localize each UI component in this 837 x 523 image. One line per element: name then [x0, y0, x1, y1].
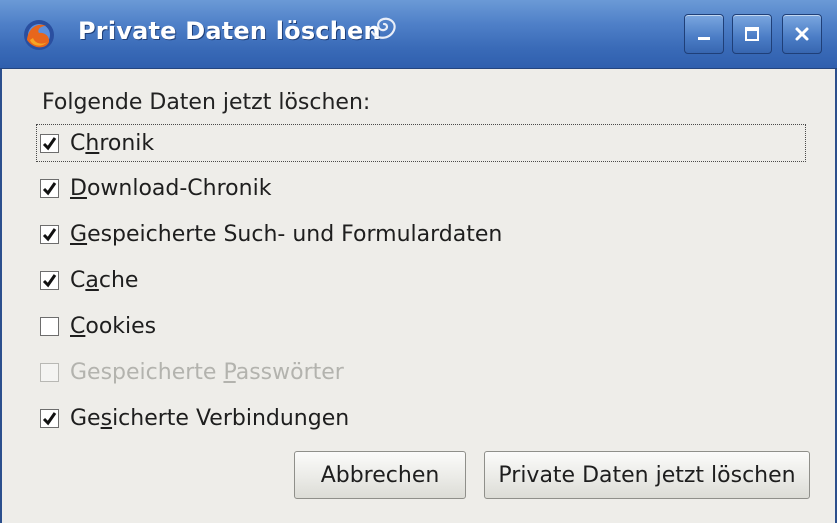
option-chronik[interactable]: Chronik [36, 124, 806, 162]
option-label: Download-Chronik [70, 175, 272, 201]
checkbox-chronik[interactable] [40, 133, 59, 153]
maximize-button[interactable] [732, 14, 772, 54]
clear-private-data-button[interactable]: Private Daten jetzt löschen [484, 451, 810, 499]
dialog-content: Folgende Daten jetzt löschen: Chronik Do… [2, 68, 835, 523]
option-label: Gespeicherte Passwörter [70, 359, 344, 385]
title-bar[interactable]: Private Daten löschen [0, 0, 837, 69]
cancel-button[interactable]: Abbrechen [294, 451, 466, 499]
option-label: Cookies [70, 313, 157, 339]
checkbox-cache[interactable] [40, 270, 59, 290]
option-download-chronik[interactable]: Download-Chronik [40, 170, 271, 206]
close-button[interactable] [782, 14, 822, 54]
checkbox-download-chronik[interactable] [40, 178, 59, 198]
option-label: Gespeicherte Such- und Formulardaten [70, 221, 503, 247]
kde-swirl-icon [370, 17, 396, 39]
dialog-window: Private Daten löschen Folgende Daten jet… [0, 0, 837, 523]
checkmark-icon [42, 411, 57, 425]
checkmark-icon [42, 181, 57, 195]
option-formulardaten[interactable]: Gespeicherte Such- und Formulardaten [40, 216, 502, 252]
option-verbindungen[interactable]: Gesicherte Verbindungen [40, 400, 349, 436]
checkmark-icon [42, 227, 57, 241]
checkmark-icon [42, 273, 57, 287]
maximize-icon [745, 27, 759, 41]
checkmark-icon [42, 136, 57, 150]
minimize-button[interactable] [684, 14, 724, 54]
checkbox-verbindungen[interactable] [40, 408, 59, 428]
option-cache[interactable]: Cache [40, 262, 138, 298]
dialog-heading: Folgende Daten jetzt löschen: [42, 90, 371, 115]
window-title: Private Daten löschen [78, 17, 381, 45]
checkbox-passwoerter [40, 362, 59, 382]
close-icon [795, 27, 809, 41]
option-label: Cache [70, 267, 139, 293]
minimize-icon [698, 37, 710, 40]
checkbox-cookies[interactable] [40, 316, 59, 336]
option-label: Chronik [70, 130, 155, 156]
firefox-icon [24, 20, 54, 50]
checkbox-formulardaten[interactable] [40, 224, 59, 244]
option-label: Gesicherte Verbindungen [70, 405, 350, 431]
option-cookies[interactable]: Cookies [40, 308, 156, 344]
option-passwoerter: Gespeicherte Passwörter [40, 354, 344, 390]
